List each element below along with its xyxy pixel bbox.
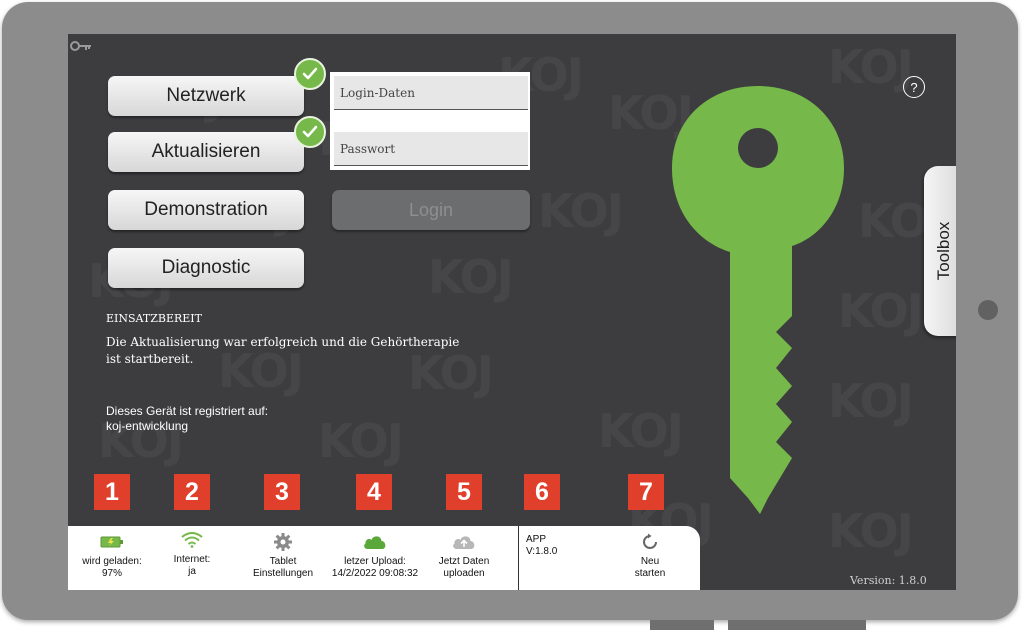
settings-label-line1: Tablet xyxy=(269,556,297,567)
diagnostic-button[interactable]: Diagnostic xyxy=(108,248,304,288)
cloud-icon xyxy=(364,536,386,549)
tablet-frame: KOJ KOJ KOJ KOJ KOJ KOJ KOJ KOJ KOJ KOJ … xyxy=(2,2,1018,620)
upload-now-line1: Jetzt Daten xyxy=(438,556,490,567)
app-version: V:1.8.0 xyxy=(526,546,558,557)
demonstration-button[interactable]: Demonstration xyxy=(108,190,304,230)
toolbox-tab[interactable]: Toolbox xyxy=(924,166,956,336)
marker-2: 2 xyxy=(174,474,210,510)
password-input[interactable] xyxy=(334,132,528,166)
watermark: KOJ xyxy=(318,414,404,468)
marker-7: 7 xyxy=(628,474,664,510)
update-check-icon xyxy=(294,116,326,148)
app-screen: KOJ KOJ KOJ KOJ KOJ KOJ KOJ KOJ KOJ KOJ … xyxy=(68,34,956,590)
marker-4: 4 xyxy=(356,474,392,510)
network-check-icon xyxy=(294,58,326,90)
marker-3: 3 xyxy=(264,474,300,510)
internet-status: Internet: ja xyxy=(164,530,220,578)
battery-label: wird geladen: xyxy=(82,556,142,567)
footer-version: Version: 1.8.0 xyxy=(850,574,927,587)
tablet-settings-button[interactable]: Tablet Einstellungen xyxy=(244,532,322,580)
toolbox-label: Toolbox xyxy=(934,221,953,281)
network-button[interactable]: Netzwerk xyxy=(108,76,304,116)
last-upload-status: letzer Upload: 14/2/2022 09:08:32 xyxy=(324,532,426,580)
restart-label-line2: starten xyxy=(634,568,666,579)
marker-5: 5 xyxy=(446,474,482,510)
refresh-icon xyxy=(643,533,657,549)
restart-label-line1: Neu xyxy=(640,556,660,567)
upload-now-button[interactable]: Jetzt Daten uploaden xyxy=(428,532,500,580)
login-data-input[interactable] xyxy=(334,76,528,110)
power-button[interactable] xyxy=(728,620,866,630)
key-small-icon xyxy=(70,41,91,51)
watermark: KOJ xyxy=(538,184,624,238)
internet-value: ja xyxy=(188,566,196,577)
battery-value: 97% xyxy=(101,568,122,579)
battery-status: wird geladen: 97% xyxy=(72,532,152,580)
login-form xyxy=(330,72,530,170)
battery-icon xyxy=(100,536,123,548)
internet-label: Internet: xyxy=(173,554,211,565)
registration-value: koj-entwicklung xyxy=(106,419,189,433)
watermark: KOJ xyxy=(428,250,514,304)
status-bar-divider xyxy=(518,526,519,590)
login-button[interactable]: Login xyxy=(332,190,530,230)
upload-now-line2: uploaden xyxy=(443,568,485,579)
status-message: Die Aktualisierung war erfolgreich und d… xyxy=(106,335,460,366)
status-bar: wird geladen: 97% Internet: ja Tablet Ei… xyxy=(68,526,700,590)
marker-1: 1 xyxy=(94,474,130,510)
status-title: EINSATZBEREIT xyxy=(106,312,202,325)
key-icon xyxy=(672,86,844,514)
home-button[interactable] xyxy=(978,300,998,320)
upload-value: 14/2/2022 09:08:32 xyxy=(331,568,419,579)
cloud-upload-icon xyxy=(453,536,475,549)
marker-6: 6 xyxy=(524,474,560,510)
help-icon[interactable]: ? xyxy=(903,76,925,98)
restart-button[interactable]: Neu starten xyxy=(624,532,676,580)
volume-button[interactable] xyxy=(650,620,714,630)
gear-icon xyxy=(274,533,292,551)
wifi-icon xyxy=(181,532,203,548)
upload-label: letzer Upload: xyxy=(344,556,406,567)
app-label: APP xyxy=(526,534,547,545)
watermark: KOJ xyxy=(838,284,924,338)
registration-label: Dieses Gerät ist registriert auf: xyxy=(106,404,269,418)
update-button[interactable]: Aktualisieren xyxy=(108,132,304,172)
settings-label-line2: Einstellungen xyxy=(252,568,314,579)
app-version-info: APP V:1.8.0 xyxy=(526,534,557,558)
